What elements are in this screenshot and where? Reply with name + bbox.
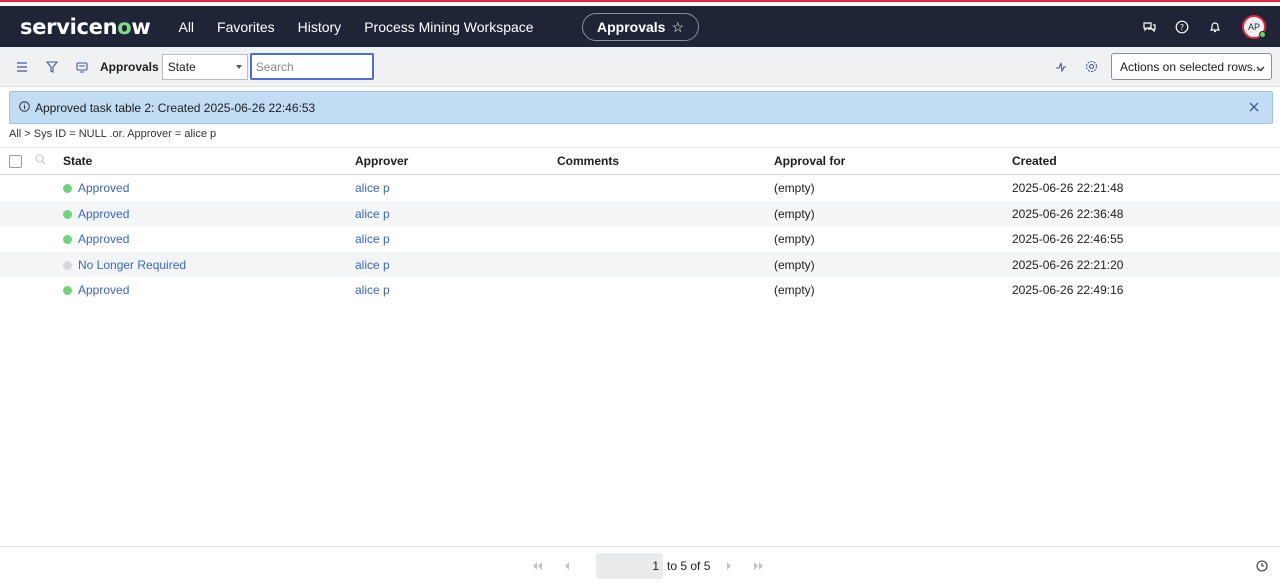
approval-for-cell: (empty) [774, 206, 815, 221]
nav-process-mining-workspace[interactable]: Process Mining Workspace [364, 19, 533, 35]
table-row[interactable]: No Longer Required alice p (empty) 2025-… [0, 251, 1280, 277]
avatar[interactable]: AP [1242, 14, 1266, 39]
last-page-icon[interactable] [752, 559, 766, 573]
created-cell: 2025-06-26 22:21:20 [1012, 257, 1124, 272]
created-cell: 2025-06-26 22:46:55 [1012, 232, 1124, 246]
chat-icon[interactable] [1140, 18, 1158, 36]
table-row[interactable]: Approved alice p (empty) 2025-06-26 22:3… [0, 200, 1280, 226]
pagination: 1 to 5 of 5 [530, 553, 782, 579]
select-all-checkbox[interactable] [9, 154, 22, 168]
approver-link[interactable]: alice p [355, 232, 390, 246]
search-field-select[interactable]: State [161, 53, 248, 80]
info-message: Approved task table 2: Created 2025-06-2… [9, 91, 1273, 124]
gear-icon[interactable] [1083, 59, 1099, 75]
avatar-initials: AP [1247, 21, 1260, 32]
list-footer: 1 to 5 of 5 [0, 546, 1280, 583]
approver-link[interactable]: alice p [355, 207, 390, 221]
approval-for-cell: (empty) [774, 283, 815, 297]
state-link[interactable]: Approved [78, 207, 129, 221]
column-header-state[interactable]: State [63, 154, 92, 168]
nav-favorites[interactable]: Favorites [217, 19, 275, 35]
search-input[interactable] [249, 53, 374, 80]
column-header-approver[interactable]: Approver [355, 154, 408, 168]
chevron-down-icon [235, 64, 242, 69]
approval-for-cell: (empty) [774, 232, 815, 246]
state-indicator-dot [63, 286, 72, 295]
info-icon [19, 100, 30, 115]
first-page-icon[interactable] [530, 559, 544, 573]
state-indicator-dot [63, 209, 72, 219]
state-link[interactable]: Approved [78, 283, 129, 297]
list-context-icon[interactable] [74, 59, 90, 75]
hamburger-menu-icon[interactable] [14, 59, 30, 75]
star-icon[interactable]: ☆ [671, 19, 684, 36]
next-page-icon[interactable] [722, 559, 736, 573]
column-header-comments[interactable]: Comments [557, 154, 619, 168]
page-number-input[interactable]: 1 [596, 553, 663, 579]
svg-text:?: ? [1180, 23, 1184, 32]
help-icon[interactable]: ? [1173, 18, 1191, 36]
page-range-text: to 5 of 5 [667, 559, 711, 573]
column-header-approval-for[interactable]: Approval for [774, 154, 845, 168]
previous-page-icon[interactable] [560, 559, 574, 573]
list-title: Approvals [100, 59, 159, 74]
approver-link[interactable]: alice p [355, 181, 390, 195]
response-time-clock-icon[interactable] [1256, 559, 1268, 577]
table-row[interactable]: Approved alice p (empty) 2025-06-26 22:2… [0, 175, 1280, 201]
approver-link[interactable]: alice p [355, 283, 390, 297]
state-indicator-dot [63, 235, 72, 244]
nav-history[interactable]: History [298, 19, 342, 35]
approvals-table: State Approver Comments Approval for Cre… [0, 147, 1280, 303]
actions-select[interactable]: Actions on selected rows... [1111, 53, 1272, 80]
created-cell: 2025-06-26 22:21:48 [1012, 181, 1124, 195]
nav-all[interactable]: All [178, 19, 194, 35]
bell-icon[interactable] [1206, 18, 1224, 36]
state-indicator-dot [63, 184, 72, 193]
list-toolbar: Approvals State Actions on selected rows… [0, 47, 1280, 87]
state-link[interactable]: No Longer Required [78, 258, 186, 272]
activity-icon[interactable] [1053, 59, 1069, 75]
servicenow-logo[interactable]: servicenow [20, 15, 151, 39]
search-field-select-value: State [167, 59, 196, 74]
chevron-down-icon [1256, 62, 1265, 76]
column-search-icon[interactable] [35, 154, 46, 168]
actions-select-label: Actions on selected rows... [1120, 59, 1263, 74]
filter-icon[interactable] [44, 59, 60, 75]
column-header-created[interactable]: Created [1012, 154, 1057, 168]
approval-for-cell: (empty) [774, 181, 815, 195]
approval-for-cell: (empty) [774, 257, 815, 272]
info-message-text: Approved task table 2: Created 2025-06-2… [35, 100, 316, 115]
presence-dot [1259, 30, 1266, 38]
approver-link[interactable]: alice p [355, 258, 390, 272]
breadcrumb[interactable]: All > Sys ID = NULL .or. Approver = alic… [9, 128, 216, 140]
state-indicator-dot [63, 260, 72, 270]
table-row[interactable]: Approved alice p (empty) 2025-06-26 22:4… [0, 277, 1280, 303]
table-header: State Approver Comments Approval for Cre… [0, 147, 1280, 175]
created-cell: 2025-06-26 22:36:48 [1012, 206, 1124, 221]
context-pill-label: Approvals [596, 19, 666, 35]
main-nav: All Favorites History Process Mining Wor… [178, 19, 556, 35]
table-row[interactable]: Approved alice p (empty) 2025-06-26 22:4… [0, 226, 1280, 252]
context-pill[interactable]: Approvals ☆ [582, 13, 699, 41]
header-icons: ? AP [1125, 6, 1266, 47]
global-header: servicenow All Favorites History Process… [0, 6, 1280, 47]
state-link[interactable]: Approved [78, 232, 129, 246]
state-link[interactable]: Approved [78, 181, 129, 195]
close-icon[interactable] [1249, 101, 1259, 115]
toolbar-right: Actions on selected rows... [1039, 53, 1272, 80]
created-cell: 2025-06-26 22:49:16 [1012, 283, 1124, 297]
